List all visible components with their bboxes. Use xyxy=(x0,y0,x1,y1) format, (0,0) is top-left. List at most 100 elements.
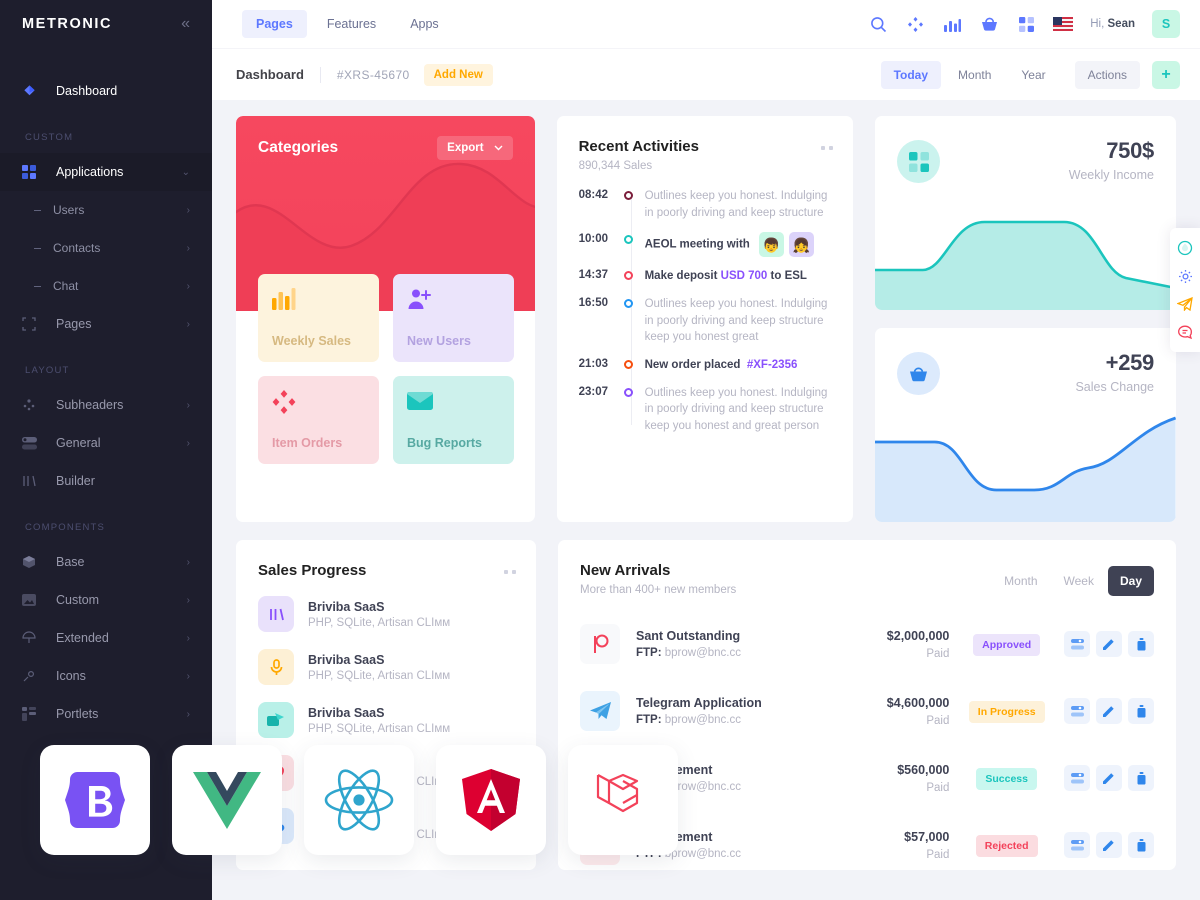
timeline-link[interactable]: #XF-2356 xyxy=(747,359,798,371)
sidebar-item-label: Applications xyxy=(56,165,124,179)
table-row[interactable]: Telegram Application FTP: bprow@bnc.cc $… xyxy=(580,677,1154,744)
amount-label: Paid xyxy=(926,848,950,861)
settings-icon[interactable] xyxy=(1064,832,1090,858)
sidebar-item-users[interactable]: Users › xyxy=(0,191,212,229)
screen-icon xyxy=(258,702,294,738)
sidebar-menu: Dashboard CUSTOM Applications ⌄ Users › xyxy=(0,48,212,733)
more-options-icon[interactable] xyxy=(504,570,516,574)
filter-month[interactable]: Month xyxy=(945,61,1004,89)
basket-icon[interactable] xyxy=(979,14,999,34)
timeline-marker xyxy=(623,271,633,281)
dash-icon xyxy=(34,285,41,287)
top-navigation: Pages Features Apps xyxy=(242,10,453,38)
edit-icon[interactable] xyxy=(1096,631,1122,657)
avatar[interactable]: 👦 xyxy=(759,232,785,258)
more-options-icon[interactable] xyxy=(821,146,834,150)
status-badge: In Progress xyxy=(968,701,1045,723)
sidebar-item-base[interactable]: Base › xyxy=(0,543,212,581)
edit-icon[interactable] xyxy=(1096,765,1122,791)
add-new-badge[interactable]: Add New xyxy=(423,63,493,86)
sidebar-item-extended[interactable]: Extended › xyxy=(0,619,212,657)
list-item[interactable]: Briviba SaaS PHP, SQLite, Artisan CLIмм xyxy=(258,702,516,738)
sidebar-item-dashboard[interactable]: Dashboard xyxy=(0,72,212,110)
toggle-week[interactable]: Week xyxy=(1052,566,1106,596)
tab-apps[interactable]: Apps xyxy=(396,10,453,38)
sidebar-item-portlets[interactable]: Portlets › xyxy=(0,695,212,733)
status-badge: Rejected xyxy=(975,835,1038,857)
vue-logo[interactable] xyxy=(172,745,282,855)
list-item-body: Briviba SaaS PHP, SQLite, Artisan CLIмм xyxy=(308,600,450,629)
row-title: Telegram Application xyxy=(636,696,762,710)
filter-today[interactable]: Today xyxy=(880,60,942,89)
actions-button[interactable]: Actions xyxy=(1074,60,1140,89)
brand-name: METRONIC xyxy=(22,16,113,32)
bootstrap-logo[interactable] xyxy=(40,745,150,855)
collapse-icon[interactable]: « xyxy=(181,16,190,32)
diamond-cluster-icon[interactable] xyxy=(905,14,925,34)
react-logo[interactable] xyxy=(304,745,414,855)
sidebar-item-pages[interactable]: Pages › xyxy=(0,305,212,343)
tile-item-orders[interactable]: Item Orders xyxy=(258,376,379,464)
laravel-logo[interactable] xyxy=(568,745,678,855)
item-desc: PHP, SQLite, Artisan CLIмм xyxy=(308,669,451,682)
settings-icon[interactable] xyxy=(1064,631,1090,657)
sidebar-item-subheaders[interactable]: Subheaders › xyxy=(0,386,212,424)
tile-bug-reports[interactable]: Bug Reports xyxy=(393,376,514,464)
chevron-down-icon: ⌄ xyxy=(181,166,190,178)
recent-activities-title: Recent Activities xyxy=(578,138,699,155)
chat-icon[interactable] xyxy=(1170,318,1200,346)
filter-year[interactable]: Year xyxy=(1008,61,1058,89)
timeline-time: 14:37 xyxy=(578,269,609,282)
status-badge-wrap: Rejected xyxy=(949,835,1064,857)
delete-icon[interactable] xyxy=(1128,765,1154,791)
us-flag-icon[interactable] xyxy=(1053,14,1074,34)
sidebar-item-custom[interactable]: Custom › xyxy=(0,581,212,619)
weekly-income-card: 750$ Weekly Income xyxy=(875,116,1176,310)
send-icon[interactable] xyxy=(1170,290,1200,318)
sidebar-item-builder[interactable]: Builder xyxy=(0,462,212,500)
grid-icon[interactable] xyxy=(1016,14,1036,34)
gear-icon[interactable] xyxy=(1170,262,1200,290)
search-icon[interactable] xyxy=(868,14,888,34)
chevron-right-icon: › xyxy=(186,670,190,682)
delete-icon[interactable] xyxy=(1128,631,1154,657)
tab-features[interactable]: Features xyxy=(313,10,390,38)
list-item[interactable]: Briviba SaaS PHP, SQLite, Artisan CLIмм xyxy=(258,649,516,685)
sidebar-item-label: Icons xyxy=(56,669,86,683)
tile-new-users[interactable]: New Users xyxy=(393,274,514,362)
delete-icon[interactable] xyxy=(1128,698,1154,724)
sidebar-item-contacts[interactable]: Contacts › xyxy=(0,229,212,267)
chevron-right-icon: › xyxy=(186,632,190,644)
edit-icon[interactable] xyxy=(1096,698,1122,724)
edit-icon[interactable] xyxy=(1096,832,1122,858)
sidebar-item-general[interactable]: General › xyxy=(0,424,212,462)
list-item[interactable]: Briviba SaaS PHP, SQLite, Artisan CLIмм xyxy=(258,596,516,632)
tile-label: Weekly Sales xyxy=(272,334,351,348)
avatar[interactable]: S xyxy=(1152,10,1180,38)
table-row[interactable]: Sant Outstanding FTP: bprow@bnc.cc $2,00… xyxy=(580,610,1154,677)
toggle-month[interactable]: Month xyxy=(992,566,1049,596)
add-button[interactable]: + xyxy=(1152,60,1180,89)
export-button[interactable]: Export xyxy=(437,136,513,160)
tile-weekly-sales[interactable]: Weekly Sales xyxy=(258,274,379,362)
droplet-icon[interactable] xyxy=(1170,234,1200,262)
recent-activities-card: Recent Activities 890,344 Sales 08:42 Ou… xyxy=(556,116,854,522)
bar-chart-icon[interactable] xyxy=(942,14,962,34)
delete-icon[interactable] xyxy=(1128,832,1154,858)
sidebar-item-chat[interactable]: Chat › xyxy=(0,267,212,305)
status-badge-wrap: In Progress xyxy=(949,701,1064,723)
sales-change-chart xyxy=(875,416,1176,522)
settings-icon[interactable] xyxy=(1064,765,1090,791)
telegram-icon xyxy=(580,691,620,731)
angular-logo[interactable] xyxy=(436,745,546,855)
categories-header: Categories Export xyxy=(236,116,535,160)
tab-pages[interactable]: Pages xyxy=(242,10,307,38)
timeline-time: 16:50 xyxy=(578,297,609,310)
sidebar-item-icons[interactable]: Icons › xyxy=(0,657,212,695)
settings-icon[interactable] xyxy=(1064,698,1090,724)
avatar[interactable]: 👧 xyxy=(789,232,815,258)
timeline-link[interactable]: USD 700 xyxy=(721,270,768,282)
sidebar-item-applications[interactable]: Applications ⌄ xyxy=(0,153,212,191)
toggle-day[interactable]: Day xyxy=(1107,566,1154,596)
timeline-text: Outlines keep you honest. Indulging in p… xyxy=(644,386,828,433)
